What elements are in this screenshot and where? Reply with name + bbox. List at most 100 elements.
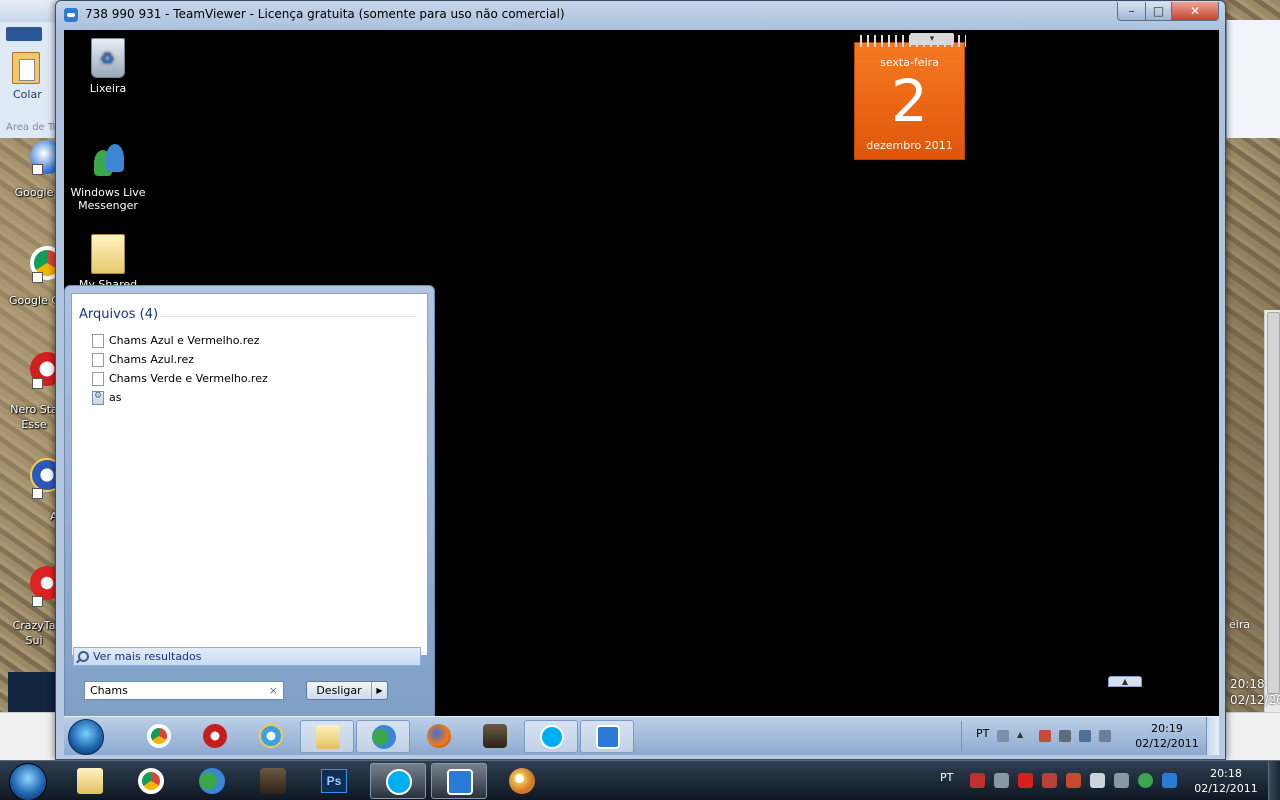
remote-taskbar: PT ▲ 20:19 02/12/2011	[64, 716, 1219, 755]
shortcut-arrow-icon	[32, 596, 43, 607]
shutdown-button[interactable]: Desligar ▶	[306, 681, 388, 700]
paste-button-label[interactable]: Colar	[13, 88, 42, 101]
remote-taskbar-pokerstars[interactable]	[188, 720, 242, 753]
taskbar-paint[interactable]	[494, 763, 550, 799]
local-wordpad-window[interactable]: Colar Área de Transferência	[0, 0, 62, 138]
local-window-right-edge	[1226, 20, 1280, 138]
taskbar-explorer[interactable]	[62, 763, 118, 799]
remote-taskbar-ie[interactable]	[244, 720, 298, 753]
calendar-day: 2	[891, 67, 928, 135]
taskbar-skype[interactable]	[370, 763, 426, 799]
see-more-results-link[interactable]: Ver mais resultados	[73, 647, 421, 666]
document-icon	[92, 333, 104, 348]
remote-taskbar-teamviewer[interactable]	[580, 720, 634, 753]
remote-show-desktop-button[interactable]	[1206, 717, 1219, 755]
shortcut-arrow-icon	[32, 378, 43, 389]
taskbar-photoshop[interactable]: Ps	[306, 763, 362, 799]
show-hidden-icons-arrow-icon[interactable]: ▲	[1017, 730, 1025, 742]
pokerstars-icon	[203, 724, 227, 748]
taskbar-teamviewer[interactable]	[431, 763, 487, 799]
start-search-input[interactable]: Chams ×	[84, 681, 284, 700]
language-indicator[interactable]: PT	[976, 727, 989, 740]
minimize-button[interactable]: –	[1117, 2, 1146, 21]
local-taskbar: Ps PT 20:18 02/12/2011	[0, 760, 1280, 800]
teamviewer-icon	[447, 769, 473, 795]
desktop-icon-label: Google	[14, 186, 54, 199]
calendar-gadget[interactable]: ▾ sexta-feira 2 dezembro 2011	[854, 33, 966, 160]
start-button[interactable]	[9, 763, 47, 800]
shutdown-options-arrow-icon[interactable]: ▶	[371, 682, 387, 699]
taskbar-messenger[interactable]	[184, 763, 240, 799]
shortcut-arrow-icon	[32, 164, 43, 175]
search-result-item[interactable]: Chams Azul e Vermelho.rez	[92, 331, 392, 350]
desktop-icon-label: Nero Sta Esse	[10, 403, 58, 431]
desktop-icon-label: Lixeira	[89, 82, 127, 95]
start-menu[interactable]: Arquivos (4) Chams Azul e Vermelho.rez C…	[64, 285, 435, 717]
remote-clock[interactable]: 20:19 02/12/2011	[1133, 721, 1201, 751]
remote-clock-date: 02/12/2011	[1135, 737, 1199, 750]
tray-separator	[961, 721, 962, 751]
search-result-item[interactable]: Chams Azul.rez	[92, 350, 392, 369]
remote-taskbar-chrome[interactable]	[132, 720, 186, 753]
remote-desktop[interactable]: Lixeira Windows Live Messenger My Shared…	[64, 30, 1219, 755]
volume-icon[interactable]	[1099, 730, 1111, 742]
desktop-icon-recycle-bin[interactable]: Lixeira	[68, 38, 148, 95]
local-recycle-label: eira	[1229, 618, 1251, 631]
sync-icon[interactable]	[1138, 773, 1153, 788]
speaker-icon[interactable]	[994, 773, 1009, 788]
game-icon	[483, 724, 507, 748]
title-bar[interactable]: 738 990 931 - TeamViewer - Licença gratu…	[56, 1, 1225, 28]
language-indicator[interactable]: PT	[940, 771, 953, 784]
shutdown-label[interactable]: Desligar	[307, 682, 371, 699]
shortcut-arrow-icon	[32, 488, 43, 499]
keyboard-icon[interactable]	[997, 730, 1009, 742]
search-input-value: Chams	[90, 684, 128, 697]
remote-taskbar-explorer[interactable]	[300, 720, 354, 753]
paint-icon	[509, 768, 535, 794]
search-result-item[interactable]: as	[92, 388, 392, 407]
remote-taskbar-firefox[interactable]	[412, 720, 466, 753]
clipboard-group-label: Área de Transferência	[6, 122, 62, 133]
close-button[interactable]: ✕	[1171, 2, 1219, 21]
desktop-icon-messenger[interactable]: Windows Live Messenger	[68, 142, 148, 212]
calendar-month-year: dezembro 2011	[866, 139, 953, 152]
safely-remove-icon[interactable]	[1059, 730, 1071, 742]
results-section-title[interactable]: Arquivos (4)	[79, 307, 158, 322]
calendar-options-tab[interactable]: ▾	[910, 33, 954, 45]
safely-remove-icon[interactable]	[1114, 773, 1129, 788]
search-result-item[interactable]: Chams Verde e Vermelho.rez	[92, 369, 392, 388]
messenger-icon	[372, 725, 396, 749]
blocked-icon[interactable]	[1018, 773, 1033, 788]
quick-access-toolbar[interactable]	[0, 0, 62, 22]
teamviewer-window[interactable]: 738 990 931 - TeamViewer - Licença gratu…	[55, 0, 1226, 760]
document-icon	[92, 371, 104, 386]
maximize-button[interactable]: □	[1145, 2, 1172, 21]
teamviewer-icon[interactable]	[64, 8, 78, 22]
clear-search-icon[interactable]: ×	[269, 684, 278, 697]
show-desktop-button[interactable]	[1268, 761, 1280, 800]
desktop-icon-label: CrazyTa Sui	[12, 619, 56, 647]
local-desktop-icons: Google Google C Nero Sta Esse Ar CrazyTa…	[0, 138, 64, 678]
firefox-icon	[427, 724, 451, 748]
action-center-icon[interactable]	[1039, 730, 1051, 742]
local-clock[interactable]: 20:18 02/12/2011	[1190, 766, 1262, 796]
teamviewer-panel-toggle-icon[interactable]: ▲	[1108, 676, 1142, 687]
window-title: 738 990 931 - TeamViewer - Licença gratu…	[85, 7, 565, 21]
remote-taskbar-game[interactable]	[468, 720, 522, 753]
remote-start-button[interactable]	[68, 719, 104, 755]
local-overlay-time: 20:18	[1230, 677, 1265, 691]
paste-icon[interactable]	[12, 52, 40, 84]
teamviewer-tray-icon[interactable]	[1162, 773, 1177, 788]
local-overlay-date: 02/12/2011	[1230, 693, 1280, 707]
signal-bars-icon[interactable]	[1090, 773, 1105, 788]
action-center-icon[interactable]	[1042, 773, 1057, 788]
taskbar-chrome[interactable]	[123, 763, 179, 799]
local-scrollbar[interactable]	[1264, 310, 1280, 730]
network-icon[interactable]	[1079, 730, 1091, 742]
volume-muted-icon[interactable]	[1066, 773, 1081, 788]
application-menu-button[interactable]	[6, 27, 42, 41]
remote-taskbar-skype[interactable]	[524, 720, 578, 753]
remote-taskbar-messenger[interactable]	[356, 720, 410, 753]
tray-app-icon[interactable]	[970, 773, 985, 788]
taskbar-game[interactable]	[245, 763, 301, 799]
